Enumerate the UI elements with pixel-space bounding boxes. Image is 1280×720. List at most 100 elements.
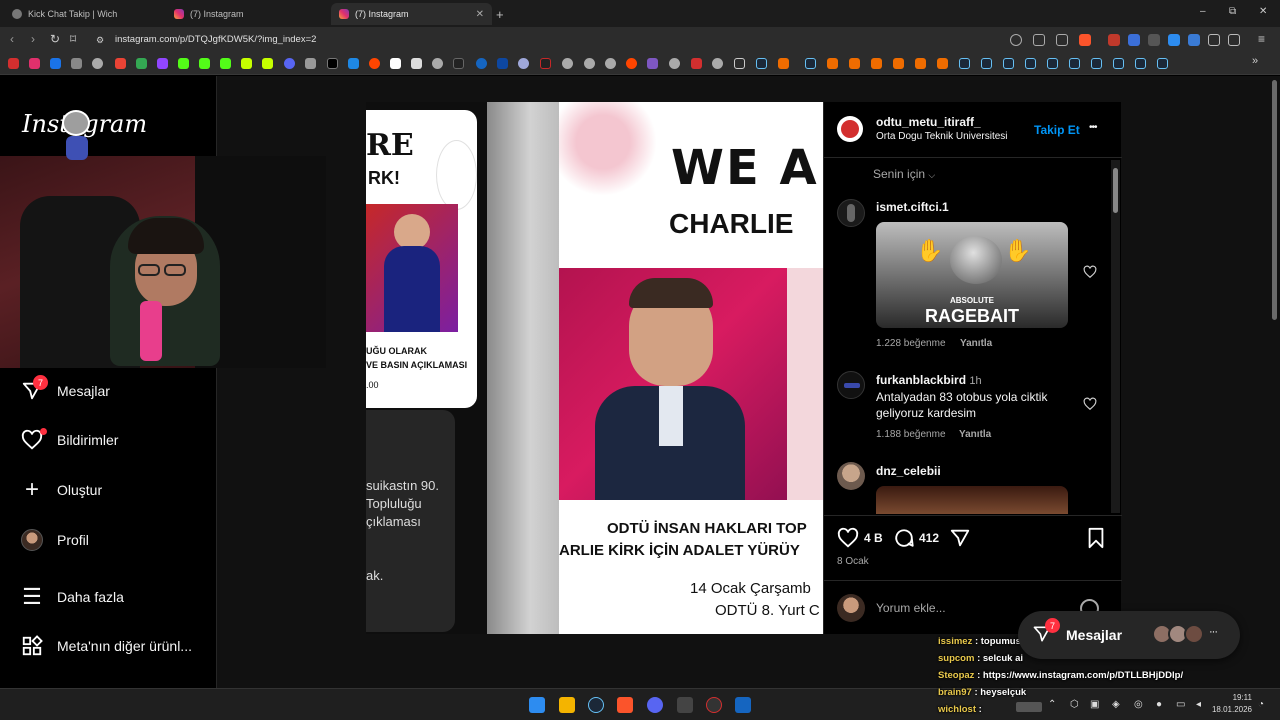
bookmark-icon[interactable] bbox=[136, 58, 147, 69]
like-icon[interactable] bbox=[837, 527, 859, 554]
extension-icon[interactable] bbox=[1148, 34, 1160, 46]
zoom-icon[interactable] bbox=[1010, 34, 1022, 46]
bookmark-icon[interactable] bbox=[937, 58, 948, 69]
nav-profile[interactable]: Profil bbox=[20, 528, 89, 552]
bookmark-icon[interactable] bbox=[92, 58, 103, 69]
extension-icon[interactable] bbox=[1128, 34, 1140, 46]
volume-icon[interactable]: ◂ bbox=[1196, 699, 1201, 710]
bookmark-icon[interactable] bbox=[756, 58, 767, 69]
bookmark-icon[interactable] bbox=[29, 58, 40, 69]
minimize-icon[interactable]: – bbox=[1200, 6, 1206, 17]
tray-icon[interactable]: ⬡ bbox=[1070, 699, 1079, 710]
comment-like-heart-icon[interactable] bbox=[1083, 265, 1097, 284]
comment-input[interactable]: Yorum ekle... bbox=[876, 601, 946, 615]
bookmark-icon[interactable] bbox=[1025, 58, 1036, 69]
comment-avatar[interactable] bbox=[837, 462, 865, 490]
bookmark-icon[interactable] bbox=[778, 58, 789, 69]
bookmark-icon[interactable] bbox=[178, 58, 189, 69]
bookmark-icon[interactable] bbox=[540, 58, 551, 69]
brave-shield-icon[interactable] bbox=[1079, 34, 1091, 46]
chevron-up-icon[interactable]: ⌃ bbox=[1048, 699, 1056, 710]
more-options-icon[interactable]: ••• bbox=[1089, 122, 1097, 133]
bookmark-icon[interactable] bbox=[562, 58, 573, 69]
bookmark-icon[interactable] bbox=[327, 58, 338, 69]
discord-icon[interactable] bbox=[647, 697, 663, 713]
menu-icon[interactable]: ≡ bbox=[1258, 32, 1265, 46]
bookmark-icon[interactable] bbox=[915, 58, 926, 69]
comment-username[interactable]: ismet.ciftci.1 bbox=[876, 200, 949, 214]
post-username[interactable]: odtu_metu_itiraff_ bbox=[876, 115, 981, 129]
bookmark-icon[interactable] bbox=[369, 58, 380, 69]
microphone-icon[interactable]: ● bbox=[1156, 699, 1162, 710]
bookmark-icon[interactable] bbox=[411, 58, 422, 69]
like-count[interactable]: 4 B bbox=[864, 531, 883, 545]
more-bookmarks-icon[interactable]: » bbox=[1252, 55, 1258, 67]
bookmark-icon[interactable]: ⌑ bbox=[70, 32, 76, 46]
bookmark-icon[interactable] bbox=[669, 58, 680, 69]
folder-icon[interactable] bbox=[734, 58, 745, 69]
save-icon[interactable] bbox=[1086, 527, 1106, 554]
bookmark-icon[interactable] bbox=[981, 58, 992, 69]
app-icon[interactable] bbox=[735, 697, 751, 713]
bookmark-icon[interactable] bbox=[871, 58, 882, 69]
bookmark-icon[interactable] bbox=[476, 58, 487, 69]
clock-time[interactable]: 19:11 bbox=[1212, 693, 1252, 702]
tab-instagram-1[interactable]: (7) Instagram bbox=[166, 3, 326, 25]
new-tab-button[interactable]: + bbox=[496, 3, 516, 25]
bookmark-icon[interactable] bbox=[1113, 58, 1124, 69]
tab-instagram-active[interactable]: (7) Instagram ✕ bbox=[331, 3, 492, 25]
comment-username[interactable]: furkanblackbird bbox=[876, 373, 966, 387]
bookmark-icon[interactable] bbox=[893, 58, 904, 69]
tab-kick-chat[interactable]: Kick Chat Takip | Wich bbox=[4, 3, 162, 25]
brave-icon[interactable] bbox=[617, 697, 633, 713]
bookmark-icon[interactable] bbox=[1135, 58, 1146, 69]
bookmark-icon[interactable] bbox=[584, 58, 595, 69]
bookmark-icon[interactable] bbox=[8, 58, 19, 69]
close-window-icon[interactable]: ✕ bbox=[1259, 6, 1267, 17]
extensions-puzzle-icon[interactable] bbox=[1208, 34, 1220, 46]
url-field[interactable]: instagram.com/p/DTQJgfKDW5K/?img_index=2 bbox=[115, 34, 316, 45]
bookmark-icon[interactable] bbox=[115, 58, 126, 69]
post-location[interactable]: Orta Dogu Teknik Universitesi bbox=[876, 131, 1008, 142]
reply-button[interactable]: Yanıtla bbox=[960, 338, 992, 349]
bookmark-icon[interactable] bbox=[1091, 58, 1102, 69]
nav-notifications[interactable]: Bildirimler bbox=[20, 428, 118, 452]
cast-icon[interactable] bbox=[1033, 34, 1045, 46]
bookmark-icon[interactable] bbox=[1157, 58, 1168, 69]
forward-icon[interactable]: › bbox=[31, 32, 35, 46]
more-options-icon[interactable]: ··· bbox=[1209, 626, 1218, 638]
comment-avatar[interactable] bbox=[837, 199, 865, 227]
bookmark-icon[interactable] bbox=[71, 58, 82, 69]
bookmark-icon[interactable] bbox=[805, 58, 816, 69]
extension-icon[interactable] bbox=[1188, 34, 1200, 46]
comment-avatar[interactable] bbox=[837, 371, 865, 399]
tray-thumbnail[interactable] bbox=[1016, 702, 1042, 712]
file-explorer-icon[interactable] bbox=[559, 697, 575, 713]
bookmark-icon[interactable] bbox=[497, 58, 508, 69]
bookmark-icon[interactable] bbox=[605, 58, 616, 69]
bookmark-icon[interactable] bbox=[849, 58, 860, 69]
bookmark-icon[interactable] bbox=[518, 58, 529, 69]
sidebar-icon[interactable] bbox=[1228, 34, 1240, 46]
site-info-icon[interactable]: ⚙ bbox=[96, 35, 104, 46]
notifications-icon[interactable]: ◔ bbox=[1258, 699, 1264, 710]
comment-username[interactable]: dnz_celebii bbox=[876, 464, 941, 478]
bookmark-icon[interactable] bbox=[284, 58, 295, 69]
nav-create[interactable]: + Oluştur bbox=[20, 476, 102, 503]
reply-button[interactable]: Yanıtla bbox=[959, 429, 991, 440]
windows-start-icon[interactable] bbox=[529, 697, 545, 713]
comment-like-heart-icon[interactable] bbox=[1083, 397, 1097, 416]
comment-icon[interactable] bbox=[893, 527, 915, 554]
messages-pill[interactable]: 7 Mesajlar ··· bbox=[1018, 611, 1240, 659]
bookmark-icon[interactable] bbox=[262, 58, 273, 69]
share-icon[interactable] bbox=[949, 527, 971, 554]
nav-meta-products[interactable]: Meta'nın diğer ürünl... bbox=[20, 634, 192, 658]
bookmark-icon[interactable] bbox=[199, 58, 210, 69]
comment-count[interactable]: 412 bbox=[919, 531, 939, 545]
bookmark-icon[interactable] bbox=[305, 58, 316, 69]
bookmark-icon[interactable] bbox=[390, 58, 401, 69]
bookmark-icon[interactable] bbox=[691, 58, 702, 69]
bookmark-icon[interactable] bbox=[157, 58, 168, 69]
comment-likes[interactable]: 1.228 beğenme bbox=[876, 338, 946, 349]
bookmark-icon[interactable] bbox=[432, 58, 443, 69]
